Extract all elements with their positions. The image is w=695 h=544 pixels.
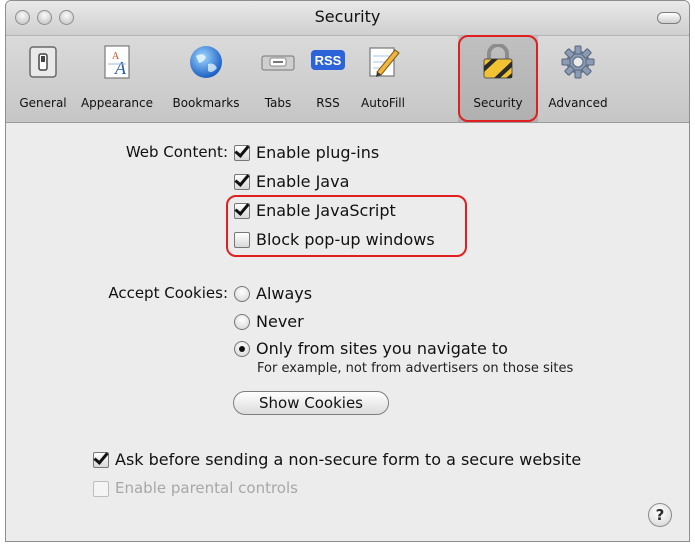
security-highlight	[458, 35, 538, 122]
toolbar-item-general[interactable]: General	[12, 36, 74, 122]
ask-non-secure-checkbox[interactable]	[93, 452, 109, 468]
toolbar-item-appearance[interactable]: A A Appearance	[74, 36, 160, 122]
toolbar-item-label: General	[19, 96, 67, 110]
accept-cookies-label: Accept Cookies:	[108, 284, 228, 302]
enable-plugins-label: Enable plug-ins	[256, 143, 380, 162]
cookies-never-radio[interactable]	[234, 314, 250, 330]
toolbar-toggle-button[interactable]	[657, 12, 681, 24]
rss-icon: RSS	[311, 50, 345, 70]
cookies-never-label: Never	[256, 312, 304, 331]
toolbar-item-rss[interactable]: RSS RSS	[304, 36, 352, 122]
cookies-always-label: Always	[256, 284, 313, 303]
toolbar-item-label: Tabs	[264, 96, 292, 110]
web-content-label: Web Content:	[125, 143, 228, 161]
cookies-only-visited-label: Only from sites you navigate to	[256, 339, 508, 358]
enable-java-label: Enable Java	[256, 172, 350, 191]
show-cookies-button[interactable]: Show Cookies	[233, 391, 389, 415]
toolbar-item-bookmarks[interactable]: Bookmarks	[160, 36, 252, 122]
gear-icon	[561, 45, 595, 79]
svg-text:A: A	[114, 58, 127, 78]
javascript-highlight	[226, 195, 467, 257]
preferences-toolbar: General A A Appearance Bookmarks Tabs RS…	[6, 35, 689, 123]
cookies-only-visited-radio[interactable]	[234, 341, 250, 357]
preferences-window: Security General A A Appearance Bookmark…	[5, 0, 690, 542]
parental-controls-label: Enable parental controls	[115, 479, 298, 497]
enable-java-checkbox[interactable]	[234, 174, 250, 190]
svg-text:RSS: RSS	[315, 53, 342, 68]
ask-non-secure-label: Ask before sending a non-secure form to …	[115, 450, 582, 469]
cookies-always-radio[interactable]	[234, 286, 250, 302]
security-pane: Web Content: Enable plug-ins Enable Java…	[6, 123, 689, 541]
help-button[interactable]: ?	[648, 503, 672, 527]
tabs-icon	[261, 55, 295, 71]
window-title: Security	[314, 7, 381, 26]
toolbar-item-autofill[interactable]: AutoFill	[352, 36, 414, 122]
pencil-icon	[369, 47, 400, 77]
toolbar-item-advanced[interactable]: Advanced	[538, 36, 618, 122]
toolbar-item-label: Bookmarks	[172, 96, 240, 110]
enable-plugins-checkbox[interactable]	[234, 145, 250, 161]
toolbar-item-label: Appearance	[80, 96, 154, 110]
font-icon: A A	[104, 45, 130, 79]
toolbar-item-tabs[interactable]: Tabs	[252, 36, 304, 122]
toolbar-item-label: RSS	[316, 96, 340, 110]
switch-icon	[29, 46, 57, 78]
cookies-note: For example, not from advertisers on tho…	[257, 361, 574, 376]
toolbar-item-label: Advanced	[548, 96, 608, 110]
globe-icon	[190, 46, 222, 78]
toolbar-item-label: AutoFill	[361, 96, 405, 110]
title-bar: Security	[6, 1, 689, 36]
parental-controls-checkbox[interactable]	[93, 481, 109, 497]
